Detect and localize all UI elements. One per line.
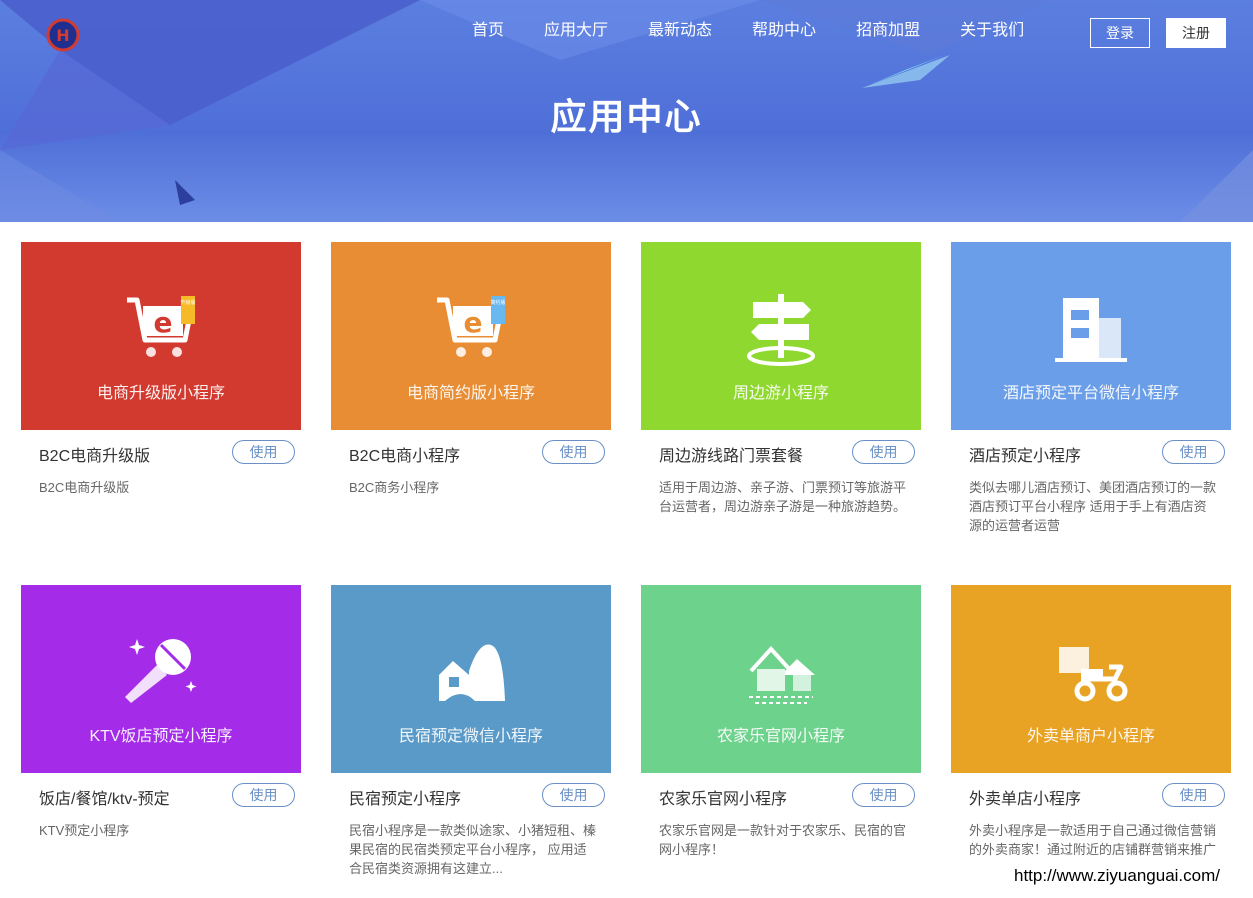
use-button[interactable]: 使用 (542, 783, 605, 807)
app-caption: 电商简约版小程序 (406, 385, 535, 402)
watermark-url: http://www.ziyuanguai.com/ (1008, 866, 1226, 886)
main-nav: 首页 应用大厅 最新动态 帮助中心 招商加盟 关于我们 (472, 20, 1064, 42)
delivery-scooter-icon (1059, 647, 1128, 702)
app-thumbnail[interactable]: 民宿预定微信小程序 (331, 585, 611, 773)
nav-franchise[interactable]: 招商加盟 (856, 20, 920, 42)
app-thumbnail[interactable]: KTV饭店预定小程序 (21, 585, 301, 773)
app-description: B2C电商升级版 (39, 480, 130, 495)
app-card-hotel-booking[interactable]: 酒店预定平台微信小程序 酒店预定小程序 使用 类似去哪儿酒店预订、美团酒店预订的… (951, 242, 1231, 540)
svg-text:e: e (154, 306, 173, 339)
register-button[interactable]: 注册 (1166, 18, 1226, 48)
use-button[interactable]: 使用 (232, 440, 295, 464)
app-name: 民宿预定小程序 (349, 791, 462, 808)
logo-icon[interactable]: H (46, 18, 80, 52)
app-card-food-delivery[interactable]: 外卖单商户小程序 外卖单店小程序 使用 外卖小程序是一款适用于自己通过微信营销的… (951, 585, 1231, 883)
svg-text:e: e (464, 306, 483, 339)
microphone-icon (125, 639, 197, 703)
app-card-nearby-tour[interactable]: 周边游小程序 周边游线路门票套餐 使用 适用于周边游、亲子游、门票预订等旅游平台… (641, 242, 921, 540)
app-description: 适用于周边游、亲子游、门票预订等旅游平台运营者，周边游亲子游是一种旅游趋势。 (659, 480, 907, 514)
badge-text: 升级版 (180, 299, 195, 306)
homestay-icon (439, 644, 505, 701)
app-name: B2C电商升级版 (39, 448, 151, 465)
app-caption: 酒店预定平台微信小程序 (1002, 385, 1179, 402)
app-description: 外卖小程序是一款适用于自己通过微信营销的外卖商家！通过附近的店铺群营销来推广 (969, 823, 1217, 857)
nav-help[interactable]: 帮助中心 (752, 20, 816, 42)
app-description: 农家乐官网是一款针对于农家乐、民宿的官网小程序！ (659, 823, 907, 857)
app-name: 周边游线路门票套餐 (659, 448, 804, 465)
app-caption: 电商升级版小程序 (96, 385, 225, 402)
app-caption: 外卖单商户小程序 (1026, 728, 1155, 745)
svg-text:H: H (56, 26, 69, 45)
nav-home[interactable]: 首页 (472, 20, 504, 42)
app-thumbnail[interactable]: 外卖单商户小程序 (951, 585, 1231, 773)
app-description: B2C商务小程序 (349, 480, 440, 495)
use-button[interactable]: 使用 (232, 783, 295, 807)
app-card-homestay[interactable]: 民宿预定微信小程序 民宿预定小程序 使用 民宿小程序是一款类似途家、小猪短租、榛… (331, 585, 611, 883)
app-description: KTV预定小程序 (39, 823, 130, 838)
app-description: 民宿小程序是一款类似途家、小猪短租、榛果民宿的民宿类预定平台小程序， 应用适合民… (349, 823, 597, 876)
use-button[interactable]: 使用 (542, 440, 605, 464)
hero-banner: H 首页 应用大厅 最新动态 帮助中心 招商加盟 关于我们 登录 注册 应用中心 (0, 0, 1253, 222)
hotel-icon (1055, 298, 1127, 362)
app-card-ecommerce-simple[interactable]: e 简约版 电商简约版小程序 B2C电商小程序 使用 B2C商务小程序 (331, 242, 611, 540)
app-name: 外卖单店小程序 (969, 791, 1082, 808)
signpost-icon (747, 294, 815, 366)
app-card-farmhouse[interactable]: 农家乐官网小程序 农家乐官网小程序 使用 农家乐官网是一款针对于农家乐、民宿的官… (641, 585, 921, 883)
app-thumbnail[interactable]: e 升级版 电商升级版小程序 (21, 242, 301, 430)
farmhouse-icon (749, 646, 815, 704)
use-button[interactable]: 使用 (1162, 440, 1225, 464)
use-button[interactable]: 使用 (1162, 783, 1225, 807)
login-button[interactable]: 登录 (1090, 18, 1150, 48)
app-card-ecommerce-upgrade[interactable]: e 升级版 电商升级版小程序 B2C电商升级版 使用 B2C电商升级版 (21, 242, 301, 540)
app-name: 酒店预定小程序 (969, 448, 1082, 465)
app-thumbnail[interactable]: 周边游小程序 (641, 242, 921, 430)
app-thumbnail[interactable]: 酒店预定平台微信小程序 (951, 242, 1231, 430)
app-caption: 周边游小程序 (732, 385, 829, 402)
app-thumbnail[interactable]: 农家乐官网小程序 (641, 585, 921, 773)
app-card-ktv-booking[interactable]: KTV饭店预定小程序 饭店/餐馆/ktv-预定 使用 KTV预定小程序 (21, 585, 301, 883)
shopping-cart-icon: e 简约版 (437, 296, 506, 357)
app-name: 饭店/餐馆/ktv-预定 (39, 791, 170, 808)
badge-text: 简约版 (490, 299, 505, 306)
use-button[interactable]: 使用 (852, 783, 915, 807)
use-button[interactable]: 使用 (852, 440, 915, 464)
app-caption: KTV饭店预定小程序 (89, 728, 233, 745)
app-description: 类似去哪儿酒店预订、美团酒店预订的一款酒店预订平台小程序 适用于手上有酒店资源的… (969, 480, 1217, 533)
app-caption: 民宿预定微信小程序 (398, 728, 543, 745)
app-caption: 农家乐官网小程序 (716, 728, 845, 745)
app-name: 农家乐官网小程序 (659, 791, 788, 808)
nav-app-hall[interactable]: 应用大厅 (544, 20, 608, 42)
app-thumbnail[interactable]: e 简约版 电商简约版小程序 (331, 242, 611, 430)
page-title: 应用中心 (550, 96, 703, 137)
nav-about[interactable]: 关于我们 (960, 20, 1024, 42)
app-name: B2C电商小程序 (349, 448, 461, 465)
shopping-cart-icon: e 升级版 (127, 296, 196, 357)
nav-news[interactable]: 最新动态 (648, 20, 712, 42)
